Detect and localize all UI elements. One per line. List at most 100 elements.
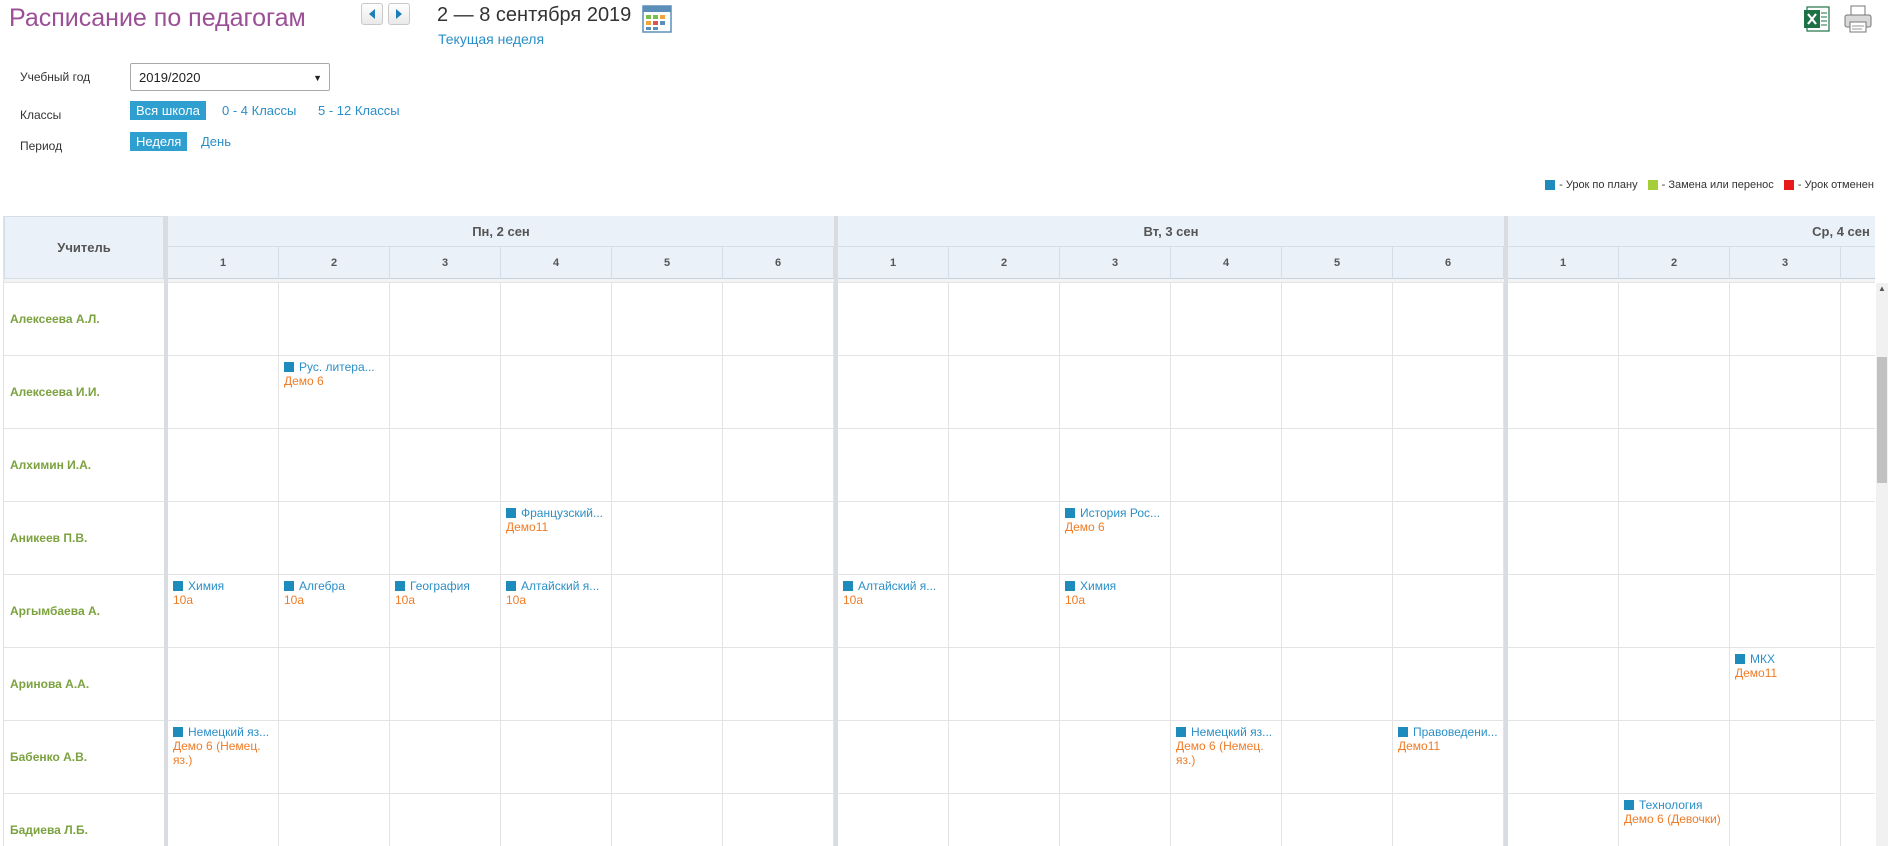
schedule-cell[interactable]	[949, 721, 1060, 794]
current-week-link[interactable]: Текущая неделя	[438, 31, 544, 47]
year-select[interactable]: 2019/2020 ▼	[130, 63, 330, 91]
schedule-cell[interactable]	[838, 356, 949, 429]
schedule-cell[interactable]	[612, 575, 723, 648]
schedule-cell[interactable]	[1841, 648, 1875, 721]
schedule-cell[interactable]	[1508, 648, 1619, 721]
schedule-cell[interactable]	[1393, 794, 1504, 846]
schedule-cell[interactable]	[723, 721, 834, 794]
schedule-cell[interactable]	[1508, 502, 1619, 575]
schedule-cell[interactable]	[1730, 502, 1841, 575]
schedule-cell[interactable]	[949, 794, 1060, 846]
schedule-cell[interactable]	[1841, 721, 1875, 794]
schedule-cell[interactable]	[1171, 283, 1282, 356]
schedule-cell[interactable]	[1841, 283, 1875, 356]
schedule-cell[interactable]	[501, 283, 612, 356]
teacher-name[interactable]: Алхимин И.А.	[10, 458, 91, 472]
schedule-cell[interactable]	[1619, 283, 1730, 356]
calendar-icon[interactable]	[641, 2, 673, 34]
prev-week-button[interactable]	[361, 3, 383, 25]
schedule-cell[interactable]	[1619, 648, 1730, 721]
lesson-entry[interactable]: Алгебра 10а	[284, 579, 389, 607]
schedule-cell[interactable]	[1282, 283, 1393, 356]
lesson-entry[interactable]: Немецкий яз... Демо 6 (Немец. яз.)	[173, 725, 278, 767]
schedule-cell[interactable]	[1060, 721, 1171, 794]
schedule-cell[interactable]	[949, 575, 1060, 648]
schedule-cell[interactable]	[1841, 356, 1875, 429]
lesson-entry[interactable]: География 10а	[395, 579, 500, 607]
schedule-cell[interactable]	[279, 502, 390, 575]
schedule-cell[interactable]	[1619, 429, 1730, 502]
schedule-cell[interactable]	[1730, 429, 1841, 502]
schedule-cell[interactable]	[723, 502, 834, 575]
schedule-cell[interactable]	[501, 794, 612, 846]
schedule-cell[interactable]	[390, 721, 501, 794]
schedule-cell[interactable]	[501, 429, 612, 502]
schedule-cell[interactable]	[949, 356, 1060, 429]
teacher-name[interactable]: Аникеев П.В.	[10, 531, 87, 545]
schedule-cell[interactable]	[723, 356, 834, 429]
schedule-cell[interactable]	[949, 502, 1060, 575]
schedule-cell[interactable]	[838, 429, 949, 502]
schedule-cell[interactable]	[1282, 356, 1393, 429]
schedule-cell[interactable]	[612, 429, 723, 502]
lesson-entry[interactable]: Алтайский я... 10а	[506, 579, 611, 607]
schedule-cell[interactable]	[1393, 575, 1504, 648]
schedule-cell[interactable]	[949, 648, 1060, 721]
classes-all-school[interactable]: Вся школа	[130, 101, 206, 120]
schedule-cell[interactable]	[1282, 721, 1393, 794]
lesson-entry[interactable]: Французский... Демо11	[506, 506, 611, 534]
classes-5-12[interactable]: 5 - 12 Классы	[312, 101, 406, 120]
schedule-cell[interactable]	[838, 721, 949, 794]
schedule-cell[interactable]	[390, 356, 501, 429]
lesson-entry[interactable]: Технология Демо 6 (Девочки)	[1624, 798, 1729, 826]
schedule-cell[interactable]	[1619, 575, 1730, 648]
schedule-cell[interactable]	[1841, 794, 1875, 846]
period-week[interactable]: Неделя	[130, 132, 188, 151]
schedule-cell[interactable]	[612, 721, 723, 794]
schedule-cell[interactable]	[1282, 648, 1393, 721]
schedule-cell[interactable]	[501, 356, 612, 429]
schedule-cell[interactable]	[1841, 429, 1875, 502]
schedule-cell[interactable]	[723, 794, 834, 846]
lesson-entry[interactable]: МКХ Демо11	[1735, 652, 1840, 680]
schedule-cell[interactable]	[1060, 794, 1171, 846]
schedule-cell[interactable]	[1730, 794, 1841, 846]
schedule-cell[interactable]	[612, 794, 723, 846]
teacher-name[interactable]: Алексеева А.Л.	[10, 312, 100, 326]
teacher-name[interactable]: Бабенко А.В.	[10, 750, 87, 764]
schedule-cell[interactable]	[390, 794, 501, 846]
schedule-cell[interactable]	[612, 502, 723, 575]
classes-0-4[interactable]: 0 - 4 Классы	[216, 101, 302, 120]
schedule-cell[interactable]	[1282, 575, 1393, 648]
schedule-cell[interactable]	[1393, 356, 1504, 429]
schedule-cell[interactable]	[1393, 283, 1504, 356]
schedule-cell[interactable]	[1393, 429, 1504, 502]
schedule-cell[interactable]	[1841, 575, 1875, 648]
schedule-cell[interactable]	[501, 721, 612, 794]
next-week-button[interactable]	[388, 3, 410, 25]
lesson-entry[interactable]: Правоведени... Демо11	[1398, 725, 1503, 753]
lesson-entry[interactable]: Химия 10а	[1065, 579, 1170, 607]
schedule-cell[interactable]	[1171, 575, 1282, 648]
schedule-cell[interactable]	[1060, 429, 1171, 502]
schedule-cell[interactable]	[168, 429, 279, 502]
schedule-cell[interactable]	[390, 283, 501, 356]
schedule-cell[interactable]	[1508, 721, 1619, 794]
schedule-cell[interactable]	[1619, 502, 1730, 575]
schedule-cell[interactable]	[168, 648, 279, 721]
schedule-cell[interactable]	[838, 648, 949, 721]
schedule-cell[interactable]	[1508, 794, 1619, 846]
schedule-cell[interactable]	[723, 575, 834, 648]
schedule-cell[interactable]	[1508, 356, 1619, 429]
lesson-entry[interactable]: Рус. литера... Демо 6	[284, 360, 389, 388]
schedule-cell[interactable]	[949, 429, 1060, 502]
schedule-cell[interactable]	[1508, 283, 1619, 356]
schedule-cell[interactable]	[168, 502, 279, 575]
vertical-scrollbar[interactable]: ▲	[1876, 283, 1888, 846]
schedule-cell[interactable]	[279, 429, 390, 502]
schedule-cell[interactable]	[1619, 721, 1730, 794]
schedule-cell[interactable]	[1060, 648, 1171, 721]
scroll-thumb[interactable]	[1877, 357, 1887, 483]
schedule-cell[interactable]	[279, 721, 390, 794]
schedule-cell[interactable]	[168, 794, 279, 846]
